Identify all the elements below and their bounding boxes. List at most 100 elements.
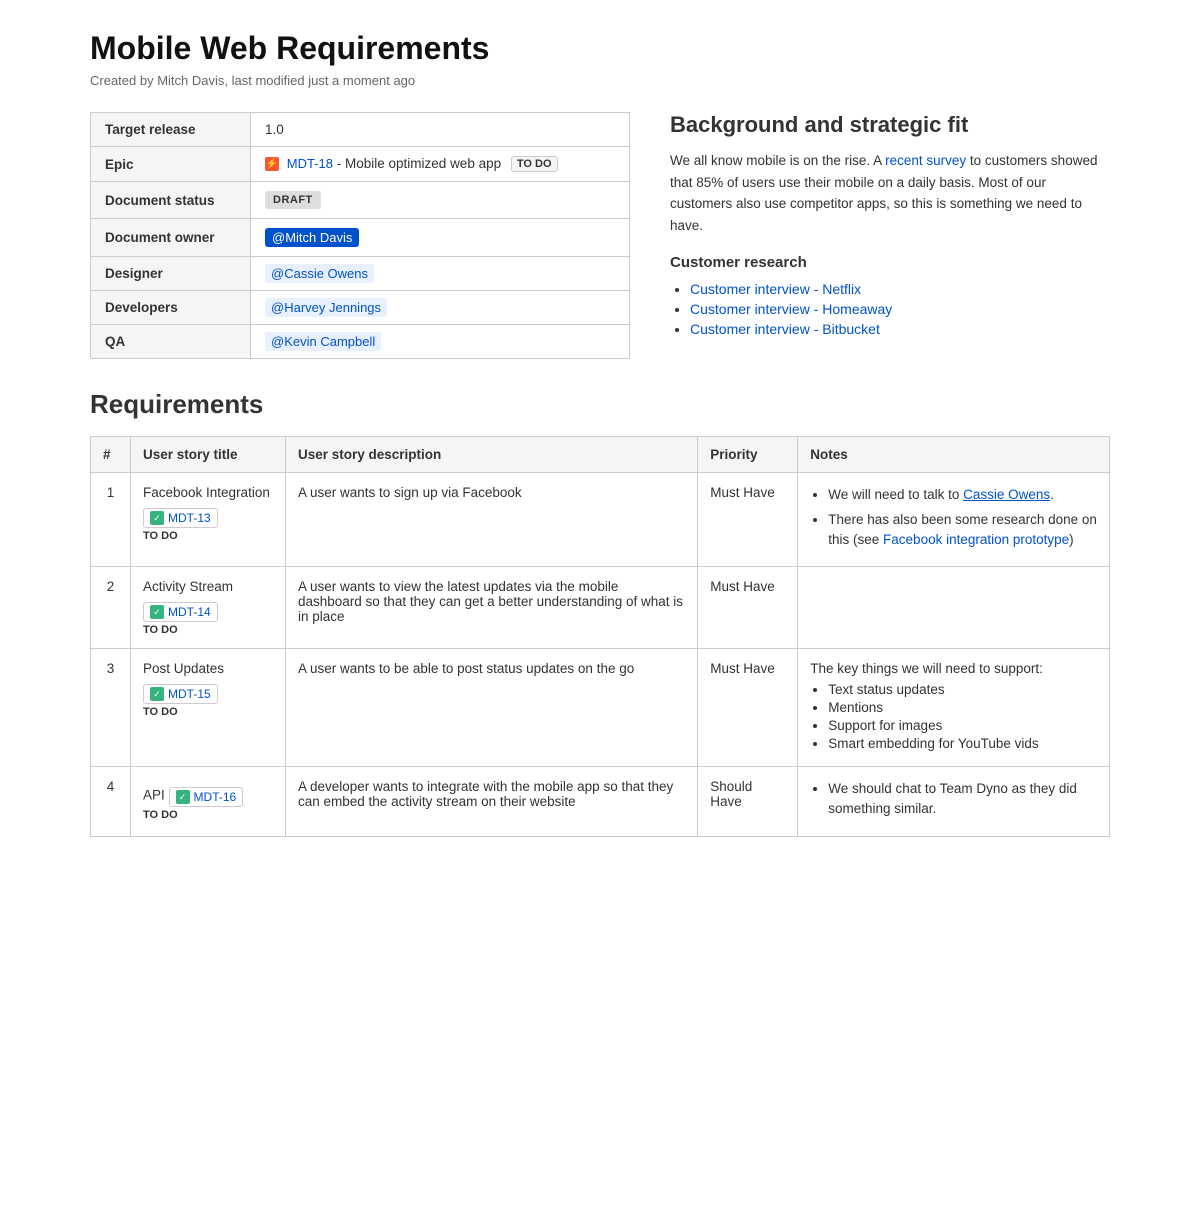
col-story-desc: User story description [286,437,698,473]
story-title-post: Post Updates [143,661,224,676]
story-badge-mdt14: ✓ MDT-14 [143,602,218,622]
row-num-1: 1 [91,473,131,567]
row-title-4: API ✓ MDT-16 TO DO [131,767,286,837]
page-subtitle: Created by Mitch Davis, last modified ju… [90,73,1110,88]
meta-row-designer: Designer @Cassie Owens [91,257,630,291]
mdt14-link[interactable]: MDT-14 [168,605,211,619]
row-notes-1: We will need to talk to Cassie Owens. Th… [798,473,1110,567]
mdt16-link[interactable]: MDT-16 [194,790,237,804]
table-header-row: # User story title User story descriptio… [91,437,1110,473]
list-item: Customer interview - Homeaway [690,301,1110,317]
mdt15-link[interactable]: MDT-15 [168,687,211,701]
row-title-3: Post Updates ✓ MDT-15 TO DO [131,649,286,767]
table-row: 4 API ✓ MDT-16 TO DO A developer wants t… [91,767,1110,837]
notes-list-4: We should chat to Team Dyno as they did … [810,779,1097,820]
story-title-facebook: Facebook Integration [143,485,270,500]
epic-icon [265,157,279,171]
draft-badge: DRAFT [265,191,321,209]
meta-value-designer: @Cassie Owens [251,257,630,291]
meta-row-target-release: Target release 1.0 [91,113,630,147]
developer-mention[interactable]: @Harvey Jennings [265,298,387,317]
story-todo-2: TO DO [143,624,273,636]
story-todo-4: TO DO [143,809,273,821]
meta-label-developers: Developers [91,291,251,325]
row-desc-3: A user wants to be able to post status u… [286,649,698,767]
story-badge-icon: ✓ [176,790,190,804]
meta-value-doc-owner: @Mitch Davis [251,219,630,257]
row-priority-1: Must Have [698,473,798,567]
row-priority-4: Should Have [698,767,798,837]
research-link-netflix[interactable]: Customer interview - Netflix [690,281,861,297]
research-link-bitbucket[interactable]: Customer interview - Bitbucket [690,321,880,337]
meta-label-doc-owner: Document owner [91,219,251,257]
col-notes: Notes [798,437,1110,473]
meta-value-epic: MDT-18 - Mobile optimized web app TO DO [251,147,630,182]
background-panel: Background and strategic fit We all know… [670,112,1110,359]
col-story-title: User story title [131,437,286,473]
meta-table: Target release 1.0 Epic MDT-18 - Mobile … [90,112,630,359]
story-todo-1: TO DO [143,530,273,542]
row-title-1: Facebook Integration ✓ MDT-13 TO DO [131,473,286,567]
notes-item: There has also been some research done o… [828,510,1097,551]
story-todo-3: TO DO [143,706,273,718]
row-title-2: Activity Stream ✓ MDT-14 TO DO [131,567,286,649]
meta-value-doc-status: DRAFT [251,182,630,219]
table-row: 2 Activity Stream ✓ MDT-14 TO DO A user … [91,567,1110,649]
row-priority-3: Must Have [698,649,798,767]
meta-row-doc-status: Document status DRAFT [91,182,630,219]
row-notes-4: We should chat to Team Dyno as they did … [798,767,1110,837]
notes-item: Smart embedding for YouTube vids [828,736,1097,751]
meta-label-designer: Designer [91,257,251,291]
meta-row-epic: Epic MDT-18 - Mobile optimized web app T… [91,147,630,182]
notes-item: Text status updates [828,682,1097,697]
designer-mention[interactable]: @Cassie Owens [265,264,374,283]
story-badge-mdt15: ✓ MDT-15 [143,684,218,704]
notes-item: We will need to talk to Cassie Owens. [828,485,1097,505]
row-desc-4: A developer wants to integrate with the … [286,767,698,837]
top-section: Target release 1.0 Epic MDT-18 - Mobile … [90,112,1110,359]
background-body: We all know mobile is on the rise. A rec… [670,150,1110,236]
fb-proto-link[interactable]: Facebook integration prototype [883,532,1069,547]
qa-mention[interactable]: @Kevin Campbell [265,332,381,351]
epic-label: - Mobile optimized web app [337,156,501,171]
table-row: 3 Post Updates ✓ MDT-15 TO DO A user wan… [91,649,1110,767]
story-badge-mdt13: ✓ MDT-13 [143,508,218,528]
meta-row-qa: QA @Kevin Campbell [91,325,630,359]
mdt13-link[interactable]: MDT-13 [168,511,211,525]
meta-value-qa: @Kevin Campbell [251,325,630,359]
list-item: Customer interview - Bitbucket [690,321,1110,337]
story-badge-icon: ✓ [150,687,164,701]
story-badge-icon: ✓ [150,605,164,619]
meta-row-developers: Developers @Harvey Jennings [91,291,630,325]
row-notes-2 [798,567,1110,649]
meta-row-doc-owner: Document owner @Mitch Davis [91,219,630,257]
story-title-api: API [143,788,165,803]
row-desc-2: A user wants to view the latest updates … [286,567,698,649]
story-badge-mdt16: ✓ MDT-16 [169,787,244,807]
meta-label-target-release: Target release [91,113,251,147]
research-heading: Customer research [670,254,1110,271]
col-number: # [91,437,131,473]
epic-todo-badge: TO DO [511,156,558,172]
meta-label-doc-status: Document status [91,182,251,219]
research-link-homeaway[interactable]: Customer interview - Homeaway [690,301,892,317]
row-desc-1: A user wants to sign up via Facebook [286,473,698,567]
row-num-4: 4 [91,767,131,837]
epic-link[interactable]: MDT-18 [287,156,333,171]
notes-item: We should chat to Team Dyno as they did … [828,779,1097,820]
table-row: 1 Facebook Integration ✓ MDT-13 TO DO A … [91,473,1110,567]
cassie-link[interactable]: Cassie Owens [963,487,1050,502]
notes-item: Mentions [828,700,1097,715]
story-title-activity: Activity Stream [143,579,233,594]
background-heading: Background and strategic fit [670,112,1110,138]
meta-label-qa: QA [91,325,251,359]
owner-mention[interactable]: @Mitch Davis [265,228,359,247]
survey-link[interactable]: recent survey [885,153,966,168]
notes-item: Support for images [828,718,1097,733]
notes-sublist-3: Text status updates Mentions Support for… [810,682,1097,751]
meta-label-epic: Epic [91,147,251,182]
col-priority: Priority [698,437,798,473]
page-title: Mobile Web Requirements [90,30,1110,67]
row-num-2: 2 [91,567,131,649]
research-links-list: Customer interview - Netflix Customer in… [670,281,1110,337]
